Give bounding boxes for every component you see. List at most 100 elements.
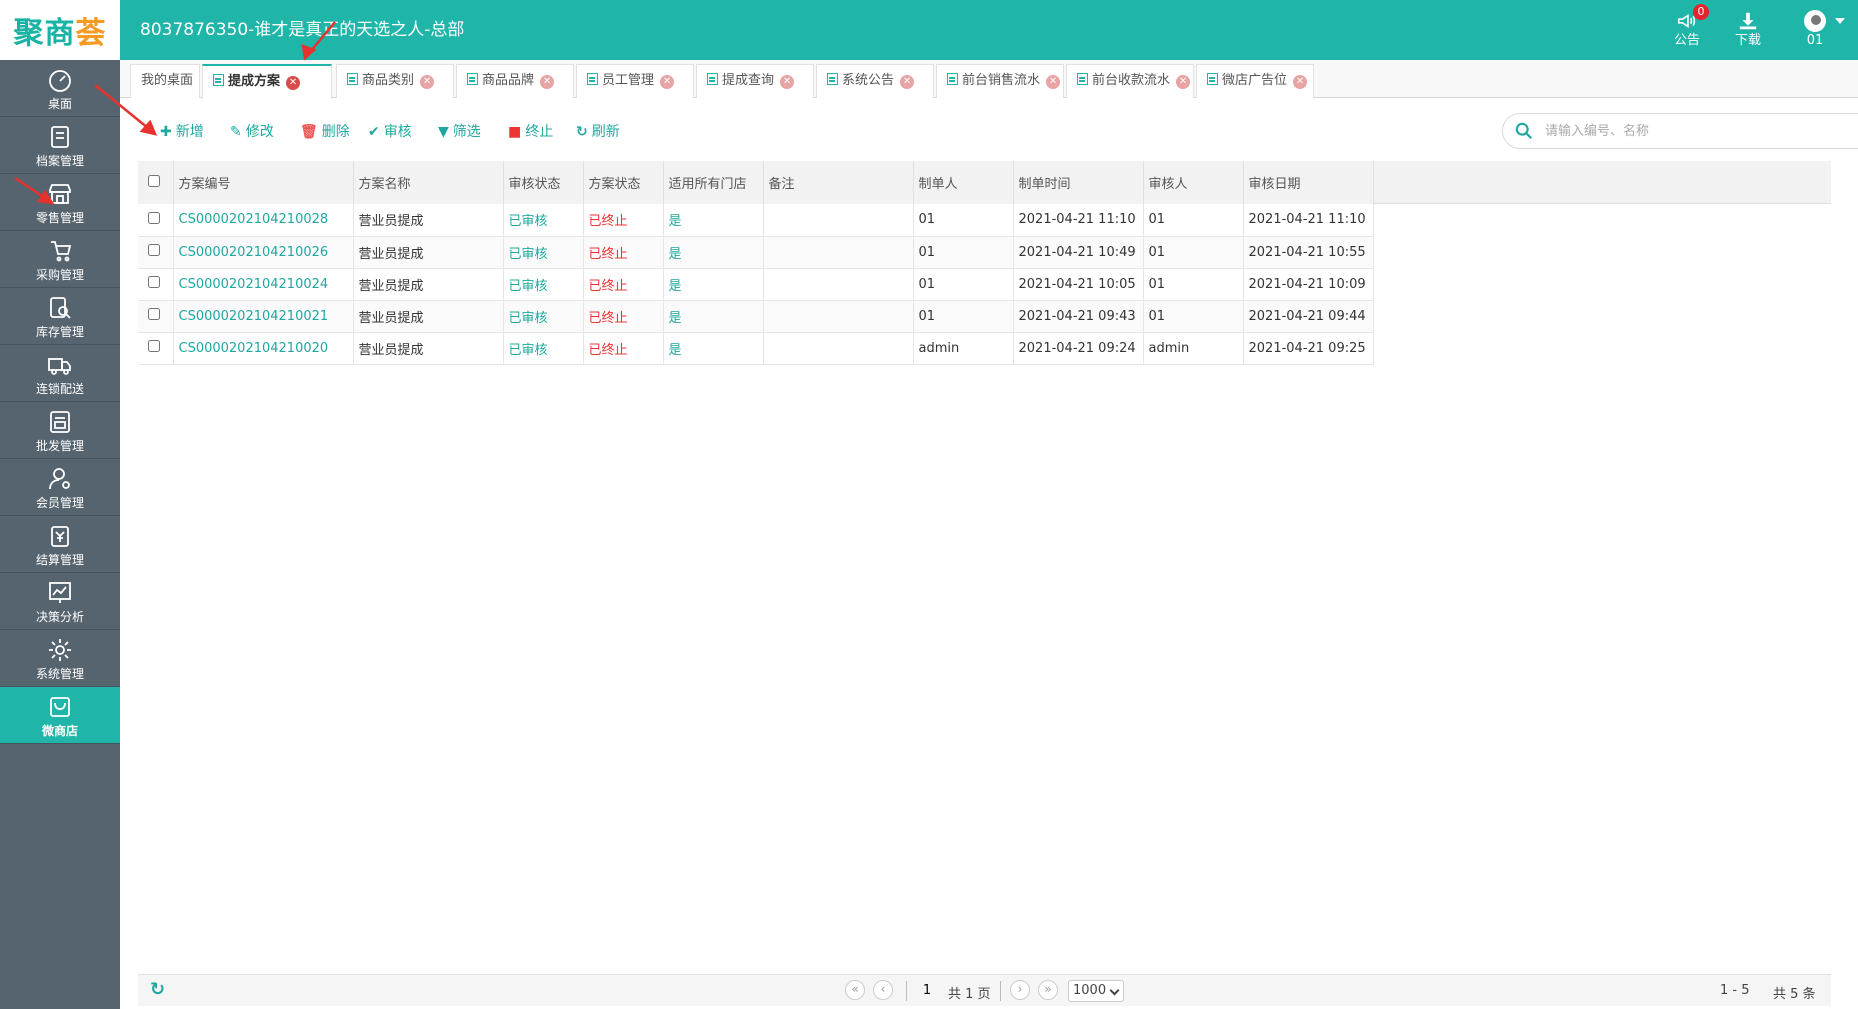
- tab-label: 前台收款流水: [1092, 73, 1171, 88]
- tab-label: 商品品牌: [482, 73, 535, 88]
- select-all-checkbox[interactable]: [148, 174, 160, 187]
- edit-button[interactable]: ✎ 修改: [230, 121, 274, 141]
- sidebar-item-inventory[interactable]: 库存管理: [0, 288, 120, 345]
- document-icon: [707, 73, 718, 85]
- prev-page-button[interactable]: ‹: [873, 980, 893, 1000]
- table-cell[interactable]: CS0000202104210021: [173, 300, 354, 333]
- close-icon[interactable]: ✕: [286, 76, 301, 90]
- tab-0[interactable]: 我的桌面: [130, 64, 200, 98]
- purchase-icon: [0, 238, 120, 266]
- search-icon: [1515, 122, 1532, 139]
- column-header[interactable]: 备注: [763, 161, 914, 204]
- next-page-button[interactable]: ›: [1010, 980, 1030, 1000]
- close-icon[interactable]: ✕: [420, 75, 435, 89]
- sidebar-item-truck[interactable]: 连锁配送: [0, 345, 120, 402]
- tab-8[interactable]: 前台收款流水 ✕: [1066, 64, 1194, 98]
- sidebar-item-purchase[interactable]: 采购管理: [0, 231, 120, 288]
- sidebar-item-store[interactable]: 零售管理: [0, 174, 120, 231]
- user-label: 01: [1806, 33, 1824, 48]
- column-header[interactable]: 制单时间: [1013, 161, 1144, 204]
- tab-3[interactable]: 商品品牌 ✕: [456, 64, 574, 98]
- refresh-button[interactable]: ↻ 刷新: [576, 121, 620, 141]
- tab-label: 员工管理: [602, 73, 655, 88]
- tab-5[interactable]: 提成查询 ✕: [696, 64, 814, 98]
- table-cell: 01: [913, 268, 1014, 301]
- sidebar-item-gear[interactable]: 系统管理: [0, 630, 120, 687]
- audit-button[interactable]: ✔ 审核: [368, 121, 412, 141]
- close-icon[interactable]: ✕: [1046, 75, 1061, 89]
- sidebar-item-label: 微商店: [41, 724, 78, 738]
- terminate-button[interactable]: ■ 终止: [508, 121, 553, 141]
- close-icon[interactable]: ✕: [660, 75, 675, 89]
- column-header[interactable]: 方案编号: [173, 161, 354, 204]
- search-input[interactable]: [1545, 120, 1845, 142]
- row-checkbox[interactable]: [148, 211, 160, 224]
- sidebar-item-archive[interactable]: 档案管理: [0, 117, 120, 174]
- table-row[interactable]: CS0000202104210024 营业员提成 已审核 已终止是 01 2021-04-…: [138, 268, 1374, 301]
- table-cell: 已审核: [503, 268, 584, 301]
- column-header[interactable]: 审核状态: [503, 161, 584, 204]
- store-title: 8037876350-谁才是真正的天选之人-总部: [140, 20, 465, 40]
- column-header[interactable]: 方案名称: [353, 161, 504, 204]
- close-icon[interactable]: ✕: [1176, 75, 1191, 89]
- tab-4[interactable]: 员工管理 ✕: [576, 64, 694, 98]
- tab-9[interactable]: 微店广告位 ✕: [1196, 64, 1314, 98]
- add-button[interactable]: ✚ 新增: [160, 121, 204, 141]
- table-row[interactable]: CS0000202104210028 营业员提成 已审核 已终止是 01 2021-04-…: [138, 204, 1374, 237]
- divider: [906, 981, 907, 1001]
- table-cell[interactable]: CS0000202104210020: [173, 332, 354, 365]
- close-icon[interactable]: ✕: [540, 75, 555, 89]
- announcement-button[interactable]: 0 公告: [1667, 4, 1709, 52]
- table-cell: 已终止: [583, 204, 664, 237]
- column-header[interactable]: 审核人: [1143, 161, 1244, 204]
- tab-7[interactable]: 前台销售流水 ✕: [936, 64, 1064, 98]
- row-checkbox[interactable]: [148, 340, 160, 352]
- filter-button[interactable]: ▼ 筛选: [438, 121, 481, 141]
- column-header[interactable]: 适用所有门店: [663, 161, 764, 204]
- table-row[interactable]: CS0000202104210020 营业员提成 已审核 已终止是 admin 2021-…: [138, 332, 1374, 365]
- close-icon[interactable]: ✕: [780, 75, 795, 89]
- page-size-select[interactable]: 1000: [1068, 980, 1124, 1002]
- table-cell: 2021-04-21 10:55: [1243, 236, 1374, 269]
- row-checkbox[interactable]: [148, 244, 160, 256]
- table-cell[interactable]: CS0000202104210024: [173, 268, 354, 301]
- table-row[interactable]: CS0000202104210021 营业员提成 已审核 已终止是 01 2021-04-…: [138, 300, 1374, 333]
- row-checkbox[interactable]: [148, 308, 160, 320]
- sidebar-item-shop-bag[interactable]: 微商店: [0, 687, 120, 744]
- sidebar-item-label: 桌面: [47, 97, 72, 111]
- first-page-button[interactable]: «: [845, 980, 865, 1000]
- table-cell: 01: [913, 204, 1014, 237]
- toolbar: ✚新增 ✎修改 🗑删除 ✔审核 ▼筛选 ■终止 ↻刷新 搜索: [120, 99, 1858, 161]
- sidebar-item-wholesale[interactable]: 批发管理: [0, 402, 120, 459]
- sidebar-item-settlement[interactable]: 结算管理: [0, 516, 120, 573]
- table-row[interactable]: CS0000202104210026 营业员提成 已审核 已终止是 01 2021-04-…: [138, 236, 1374, 269]
- table-cell[interactable]: CS0000202104210028: [173, 204, 354, 237]
- page-number-input[interactable]: [915, 980, 939, 1000]
- user-menu[interactable]: 01: [1795, 10, 1845, 52]
- app-logo[interactable]: 聚商荟: [0, 0, 120, 60]
- delete-button[interactable]: 🗑 删除: [300, 121, 350, 141]
- close-icon[interactable]: ✕: [1293, 75, 1308, 89]
- last-page-button[interactable]: »: [1038, 980, 1058, 1000]
- table-cell: 营业员提成: [353, 268, 504, 301]
- sidebar-item-chart[interactable]: 决策分析: [0, 573, 120, 630]
- tab-label: 前台销售流水: [962, 73, 1041, 88]
- tab-6[interactable]: 系统公告 ✕: [816, 64, 934, 98]
- table-cell: 01: [913, 300, 1014, 333]
- column-header[interactable]: 审核日期: [1243, 161, 1374, 204]
- refresh-icon[interactable]: ↻: [150, 981, 165, 999]
- close-icon[interactable]: ✕: [900, 75, 915, 89]
- sidebar-item-label: 档案管理: [35, 154, 84, 168]
- avatar: [1804, 10, 1826, 32]
- table-cell: 是: [663, 332, 764, 365]
- column-header[interactable]: 方案状态: [583, 161, 664, 204]
- column-header[interactable]: 制单人: [913, 161, 1014, 204]
- table-cell[interactable]: CS0000202104210026: [173, 236, 354, 269]
- tab-2[interactable]: 商品类别 ✕: [336, 64, 454, 98]
- sidebar-item-dashboard[interactable]: 桌面: [0, 60, 120, 117]
- download-button[interactable]: 下载: [1728, 10, 1768, 52]
- row-checkbox[interactable]: [148, 276, 160, 288]
- sidebar-item-member[interactable]: 会员管理: [0, 459, 120, 516]
- tab-1[interactable]: 提成方案 ✕: [202, 64, 332, 99]
- table-cell: 2021-04-21 11:10: [1013, 204, 1144, 237]
